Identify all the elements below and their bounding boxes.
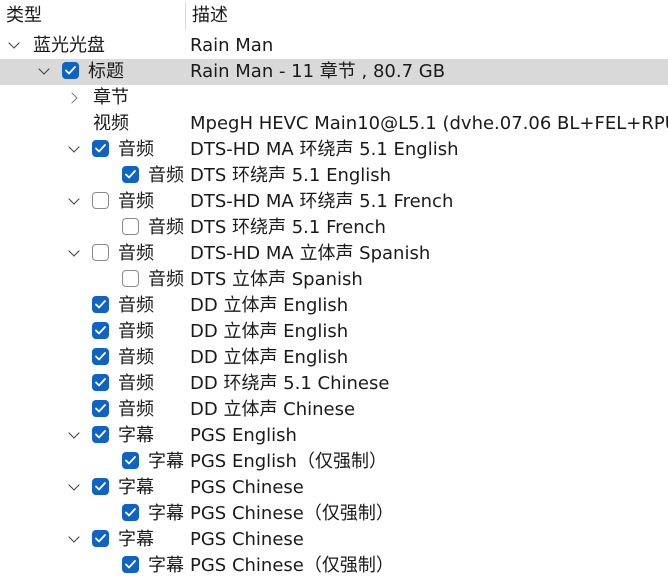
track-tree-view: 类型 描述 蓝光光盘 Rain Man 标题 Rain Man - 11 章节 , 8… bbox=[0, 0, 668, 582]
row-description: DTS 环绕声 5.1 English bbox=[190, 165, 392, 186]
tree-row[interactable]: 音频 DD 立体声 English bbox=[0, 345, 668, 371]
row-type-label: 音频 bbox=[148, 217, 184, 238]
chevron-down-icon[interactable] bbox=[65, 189, 83, 215]
row-checkbox[interactable] bbox=[122, 270, 139, 287]
chevron-down-icon[interactable] bbox=[65, 137, 83, 163]
row-description: PGS English bbox=[190, 425, 297, 446]
tree-row[interactable]: 字幕 PGS Chinese bbox=[0, 475, 668, 501]
chevron-down-icon[interactable] bbox=[65, 527, 83, 553]
row-type-label: 音频 bbox=[118, 243, 154, 264]
chevron-down-icon[interactable] bbox=[65, 423, 83, 449]
row-type-label: 音频 bbox=[118, 399, 154, 420]
tree-row[interactable]: 字幕 PGS Chinese（仅强制） bbox=[0, 501, 668, 527]
row-checkbox[interactable] bbox=[122, 218, 139, 235]
row-type-label: 字幕 bbox=[148, 503, 184, 524]
chevron-down-icon[interactable] bbox=[5, 33, 23, 59]
tree-row[interactable]: 音频 DD 立体声 English bbox=[0, 319, 668, 345]
row-checkbox[interactable] bbox=[92, 426, 109, 443]
column-divider[interactable] bbox=[185, 2, 186, 30]
row-type-label: 音频 bbox=[118, 191, 154, 212]
row-description: DD 立体声 Chinese bbox=[190, 399, 356, 420]
row-type-label: 章节 bbox=[93, 87, 129, 108]
row-type-label: 字幕 bbox=[148, 451, 184, 472]
row-checkbox[interactable] bbox=[92, 296, 109, 313]
row-description: DD 立体声 English bbox=[190, 347, 349, 368]
row-description: PGS Chinese（仅强制） bbox=[190, 555, 394, 576]
row-description: DTS 环绕声 5.1 French bbox=[190, 217, 386, 238]
row-description: DTS 立体声 Spanish bbox=[190, 269, 363, 290]
row-type-label: 音频 bbox=[148, 269, 184, 290]
chevron-right-icon[interactable] bbox=[65, 85, 83, 111]
row-type-label: 字幕 bbox=[148, 555, 184, 576]
tree-row[interactable]: 蓝光光盘 Rain Man bbox=[0, 33, 668, 59]
row-description: DTS-HD MA 环绕声 5.1 French bbox=[190, 191, 454, 212]
tree-row[interactable]: 标题 Rain Man - 11 章节 , 80.7 GB bbox=[0, 59, 668, 85]
tree-row[interactable]: 音频 DTS-HD MA 环绕声 5.1 French bbox=[0, 189, 668, 215]
row-checkbox[interactable] bbox=[62, 62, 79, 79]
row-type-label: 蓝光光盘 bbox=[33, 35, 105, 56]
tree-row[interactable]: 音频 DTS 立体声 Spanish bbox=[0, 267, 668, 293]
tree-row[interactable]: 音频 DD 环绕声 5.1 Chinese bbox=[0, 371, 668, 397]
row-description: Rain Man - 11 章节 , 80.7 GB bbox=[190, 61, 446, 82]
row-type-label: 音频 bbox=[148, 165, 184, 186]
row-type-label: 视频 bbox=[93, 113, 129, 134]
column-header-type[interactable]: 类型 bbox=[6, 5, 42, 27]
tree-row[interactable]: 音频 DTS-HD MA 环绕声 5.1 English bbox=[0, 137, 668, 163]
column-header-description[interactable]: 描述 bbox=[192, 5, 228, 27]
tree-row[interactable]: 音频 DTS 环绕声 5.1 English bbox=[0, 163, 668, 189]
row-checkbox[interactable] bbox=[122, 166, 139, 183]
column-header: 类型 描述 bbox=[0, 0, 668, 30]
row-type-label: 音频 bbox=[118, 347, 154, 368]
row-checkbox[interactable] bbox=[92, 530, 109, 547]
tree-row[interactable]: 章节 bbox=[0, 85, 668, 111]
tree-row[interactable]: 视频 MpegH HEVC Main10@L5.1 (dvhe.07.06 BL+… bbox=[0, 111, 668, 137]
chevron-down-icon[interactable] bbox=[65, 241, 83, 267]
chevron-down-icon[interactable] bbox=[65, 475, 83, 501]
row-description: PGS English（仅强制） bbox=[190, 451, 387, 472]
row-description: DD 环绕声 5.1 Chinese bbox=[190, 373, 390, 394]
row-type-label: 音频 bbox=[118, 373, 154, 394]
row-checkbox[interactable] bbox=[122, 504, 139, 521]
row-description: PGS Chinese bbox=[190, 477, 304, 498]
row-checkbox[interactable] bbox=[92, 140, 109, 157]
row-description: DD 立体声 English bbox=[190, 295, 349, 316]
tree-row[interactable]: 字幕 PGS English（仅强制） bbox=[0, 449, 668, 475]
row-type-label: 字幕 bbox=[118, 529, 154, 550]
row-type-label: 音频 bbox=[118, 295, 154, 316]
tree-row[interactable]: 音频 DD 立体声 English bbox=[0, 293, 668, 319]
row-checkbox[interactable] bbox=[92, 192, 109, 209]
row-description: PGS Chinese bbox=[190, 529, 304, 550]
tree-row[interactable]: 音频 DD 立体声 Chinese bbox=[0, 397, 668, 423]
tree-row[interactable]: 字幕 PGS Chinese（仅强制） bbox=[0, 553, 668, 579]
row-description: MpegH HEVC Main10@L5.1 (dvhe.07.06 BL+FE… bbox=[190, 113, 668, 134]
row-type-label: 字幕 bbox=[118, 477, 154, 498]
tree-row[interactable]: 音频 DTS-HD MA 立体声 Spanish bbox=[0, 241, 668, 267]
row-type-label: 标题 bbox=[88, 61, 124, 82]
row-description: Rain Man bbox=[190, 35, 274, 56]
row-checkbox[interactable] bbox=[92, 374, 109, 391]
row-type-label: 音频 bbox=[118, 321, 154, 342]
row-checkbox[interactable] bbox=[92, 478, 109, 495]
tree-row[interactable]: 字幕 PGS English bbox=[0, 423, 668, 449]
row-checkbox[interactable] bbox=[92, 348, 109, 365]
row-checkbox[interactable] bbox=[92, 400, 109, 417]
row-checkbox[interactable] bbox=[122, 556, 139, 573]
row-description: DTS-HD MA 环绕声 5.1 English bbox=[190, 139, 459, 160]
chevron-down-icon[interactable] bbox=[35, 59, 53, 85]
row-description: DTS-HD MA 立体声 Spanish bbox=[190, 243, 431, 264]
row-checkbox[interactable] bbox=[122, 452, 139, 469]
row-type-label: 音频 bbox=[118, 139, 154, 160]
row-checkbox[interactable] bbox=[92, 322, 109, 339]
tree-row[interactable]: 字幕 PGS Chinese bbox=[0, 527, 668, 553]
row-type-label: 字幕 bbox=[118, 425, 154, 446]
row-description: PGS Chinese（仅强制） bbox=[190, 503, 394, 524]
tree-row[interactable]: 音频 DTS 环绕声 5.1 French bbox=[0, 215, 668, 241]
row-description: DD 立体声 English bbox=[190, 321, 349, 342]
row-checkbox[interactable] bbox=[92, 244, 109, 261]
